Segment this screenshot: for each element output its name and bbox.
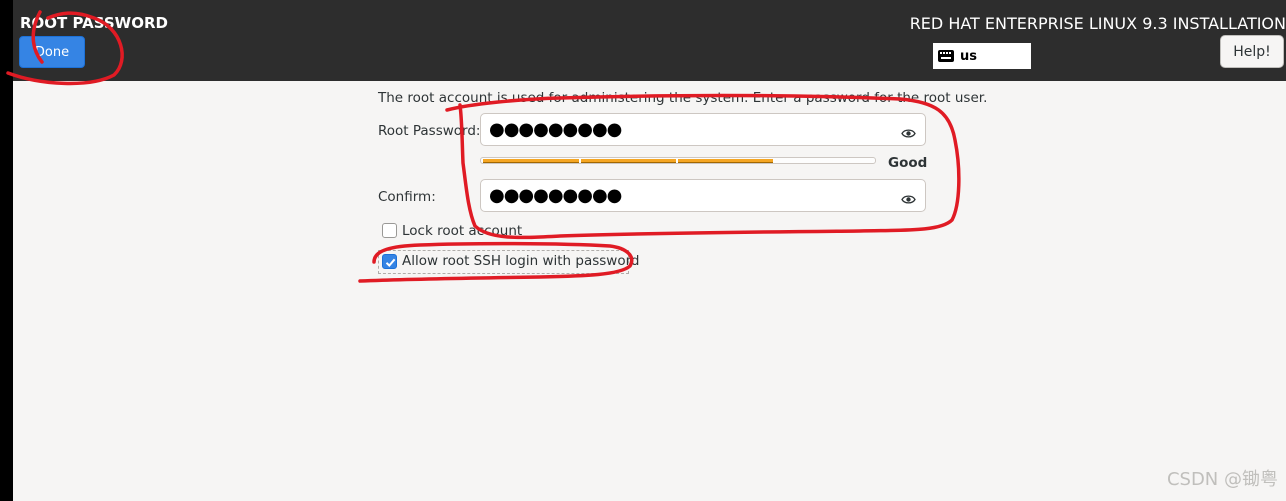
lock-root-label[interactable]: Lock root account bbox=[402, 223, 522, 239]
checkmark-icon bbox=[385, 258, 396, 267]
password-strength-bar bbox=[480, 157, 876, 164]
allow-ssh-checkbox[interactable] bbox=[382, 254, 397, 269]
root-password-value: ●●●●●●●●● bbox=[489, 119, 622, 140]
keyboard-layout-label: us bbox=[960, 48, 977, 64]
strength-segment bbox=[678, 159, 773, 163]
eye-icon[interactable] bbox=[901, 190, 916, 209]
lock-root-checkbox[interactable] bbox=[382, 223, 397, 238]
strength-segment bbox=[581, 159, 676, 163]
root-password-field[interactable]: ●●●●●●●●● bbox=[480, 113, 926, 146]
confirm-password-field[interactable]: ●●●●●●●●● bbox=[480, 179, 926, 212]
keyboard-icon bbox=[938, 50, 954, 62]
product-title: RED HAT ENTERPRISE LINUX 9.3 INSTALLATIO… bbox=[909, 14, 1286, 33]
root-password-form: The root account is used for administeri… bbox=[0, 81, 1286, 501]
confirm-label: Confirm: bbox=[378, 189, 436, 205]
watermark: CSDN @锄粤 bbox=[1166, 469, 1278, 490]
done-button[interactable]: Done bbox=[19, 36, 85, 68]
keyboard-layout-indicator[interactable]: us bbox=[933, 43, 1031, 69]
spoke-header: ROOT PASSWORD Done RED HAT ENTERPRISE LI… bbox=[13, 0, 1286, 81]
help-button[interactable]: Help! bbox=[1220, 35, 1284, 68]
intro-text: The root account is used for administeri… bbox=[378, 90, 988, 106]
allow-ssh-label[interactable]: Allow root SSH login with password bbox=[402, 253, 639, 269]
confirm-password-value: ●●●●●●●●● bbox=[489, 185, 622, 206]
strength-label: Good bbox=[888, 155, 928, 171]
eye-icon[interactable] bbox=[901, 124, 916, 143]
spoke-title: ROOT PASSWORD bbox=[20, 14, 168, 32]
root-password-label: Root Password: bbox=[378, 123, 481, 139]
strength-segment bbox=[483, 159, 579, 163]
